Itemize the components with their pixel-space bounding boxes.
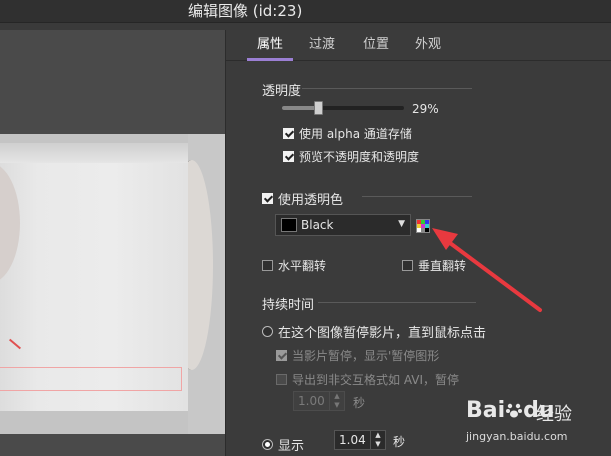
image-preview-pane (0, 30, 226, 456)
transparent-color-value: Black (301, 218, 334, 232)
opacity-slider[interactable] (282, 101, 404, 115)
spinner-arrows-icon[interactable]: ▲ ▼ (370, 431, 385, 449)
baidu-url: jingyan.baidu.com (466, 430, 568, 443)
export-pause-label: 导出到非交互格式如 AVI，暂停 (292, 373, 460, 387)
flip-vertical-checkbox[interactable] (402, 260, 413, 271)
export-pause-checkbox (276, 374, 287, 385)
use-transparent-color-label: 使用透明色 (278, 193, 344, 208)
properties-panel: 属性 过渡 位置 外观 透明度 29% 使用 alpha 通道存储 预览不透明度… (226, 30, 611, 456)
window-title: 编辑图像 (id:23) (188, 2, 303, 20)
display-radio[interactable] (262, 439, 273, 450)
preview-opacity-checkbox[interactable] (283, 151, 294, 162)
flip-vertical-option[interactable]: 垂直翻转 (402, 257, 466, 274)
opacity-slider-fill (282, 106, 318, 110)
display-option[interactable]: 显示 (262, 435, 304, 454)
show-pause-icon-label: 当影片暂停，显示'暂停图形 (292, 349, 440, 363)
display-label: 显示 (278, 439, 305, 454)
title-bar: 编辑图像 (id:23) (0, 0, 611, 23)
pause-until-click-option[interactable]: 在这个图像暂停影片，直到鼠标点击 (262, 322, 486, 341)
opacity-slider-thumb[interactable] (314, 101, 324, 115)
divider (302, 88, 472, 89)
flip-horizontal-checkbox[interactable] (262, 260, 273, 271)
spinner-arrows-icon: ▲ ▼ (329, 392, 344, 410)
pause-until-click-radio[interactable] (262, 326, 273, 337)
divider (362, 196, 472, 197)
tab-appearance[interactable]: 外观 (415, 30, 441, 60)
tab-bar: 属性 过渡 位置 外观 (226, 30, 611, 61)
export-pause-option: 导出到非交互格式如 AVI，暂停 (276, 371, 459, 388)
use-transparent-color-option[interactable]: 使用透明色 (262, 189, 343, 208)
use-alpha-label: 使用 alpha 通道存储 (299, 127, 412, 141)
annotation-mark (8, 338, 22, 350)
show-pause-icon-option: 当影片暂停，显示'暂停图形 (276, 347, 439, 364)
display-duration-unit: 秒 (393, 435, 406, 449)
opacity-section-label: 透明度 (262, 84, 302, 99)
display-duration-value: 1.04 (339, 433, 366, 447)
flip-horizontal-option[interactable]: 水平翻转 (262, 257, 326, 274)
show-pause-icon-checkbox (276, 350, 287, 361)
preview-opacity-label: 预览不透明度和透明度 (299, 150, 420, 164)
pause-until-click-label: 在这个图像暂停影片，直到鼠标点击 (278, 326, 487, 341)
tab-properties[interactable]: 属性 (246, 30, 294, 61)
tab-position[interactable]: 位置 (363, 30, 389, 60)
duration-section-label: 持续时间 (262, 298, 315, 313)
baidu-watermark: Bai du 经验 jingyan.baidu.com (466, 398, 606, 454)
color-picker-icon[interactable] (416, 219, 430, 233)
background-image (188, 134, 225, 434)
baidu-brand: 经验 (536, 404, 572, 425)
display-duration-spinner[interactable]: 1.04 ▲ ▼ (334, 430, 386, 450)
use-alpha-option[interactable]: 使用 alpha 通道存储 (283, 125, 412, 142)
preview-opacity-option[interactable]: 预览不透明度和透明度 (283, 148, 419, 165)
export-pause-spinner: 1.00 ▲ ▼ (293, 391, 345, 411)
flip-horizontal-label: 水平翻转 (278, 259, 327, 273)
paw-icon (506, 403, 523, 418)
use-transparent-color-checkbox[interactable] (262, 193, 273, 204)
guide-rectangle (0, 367, 182, 391)
tab-transition[interactable]: 过渡 (309, 30, 335, 60)
divider (318, 302, 476, 303)
preview-canvas[interactable] (0, 134, 225, 434)
export-pause-unit: 秒 (353, 396, 366, 410)
use-alpha-checkbox[interactable] (283, 128, 294, 139)
preview-image (0, 143, 188, 411)
export-pause-value: 1.00 (298, 394, 325, 408)
chevron-down-icon: ▼ (398, 219, 405, 229)
color-swatch (281, 218, 297, 232)
opacity-value: 29% (412, 102, 439, 116)
transparent-color-dropdown[interactable]: Black ▼ (275, 214, 411, 236)
flip-vertical-label: 垂直翻转 (418, 259, 467, 273)
